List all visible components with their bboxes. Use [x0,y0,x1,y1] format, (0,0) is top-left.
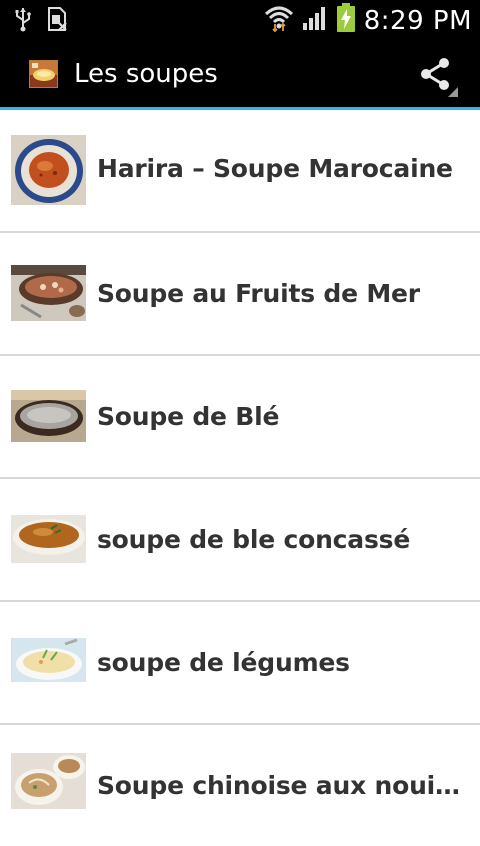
recipe-title: Harira – Soupe Marocaine [97,154,453,183]
list-item[interactable]: Soupe chinoise aux nouilles et aux légum… [0,725,480,846]
list-item[interactable]: Harira – Soupe Marocaine [0,110,480,233]
recipe-thumbnail [11,135,86,205]
signal-icon [302,5,328,36]
battery-charging-icon [336,3,356,38]
recipe-thumbnail [11,265,86,321]
share-icon [421,58,458,97]
recipe-thumbnail [11,638,86,682]
action-bar: Les soupes [0,38,480,107]
list-item[interactable]: Soupe de Blé [0,356,480,479]
clock: 8:29 PM [363,5,472,36]
recipe-title: Soupe chinoise aux nouilles et aux légum… [97,771,462,800]
page-title: Les soupes [74,59,218,89]
recipe-title: soupe de ble concassé [97,525,411,554]
wifi-icon [264,4,294,37]
list-item[interactable]: Soupe au Fruits de Mer [0,233,480,356]
list-item[interactable]: soupe de légumes [0,602,480,725]
recipe-thumbnail [11,390,86,442]
recipe-list: Harira – Soupe Marocaine Soupe au Fruits… [0,110,480,846]
sim-icon [46,6,68,37]
app-logo[interactable] [29,60,58,88]
recipe-thumbnail [11,515,86,563]
recipe-thumbnail [11,753,86,809]
list-item[interactable]: soupe de ble concassé [0,479,480,602]
recipe-title: soupe de légumes [97,648,350,677]
usb-icon [14,6,32,37]
recipe-title: Soupe au Fruits de Mer [97,279,420,308]
recipe-title: Soupe de Blé [97,402,280,431]
status-bar: 8:29 PM [0,0,480,38]
share-button[interactable] [416,54,460,98]
